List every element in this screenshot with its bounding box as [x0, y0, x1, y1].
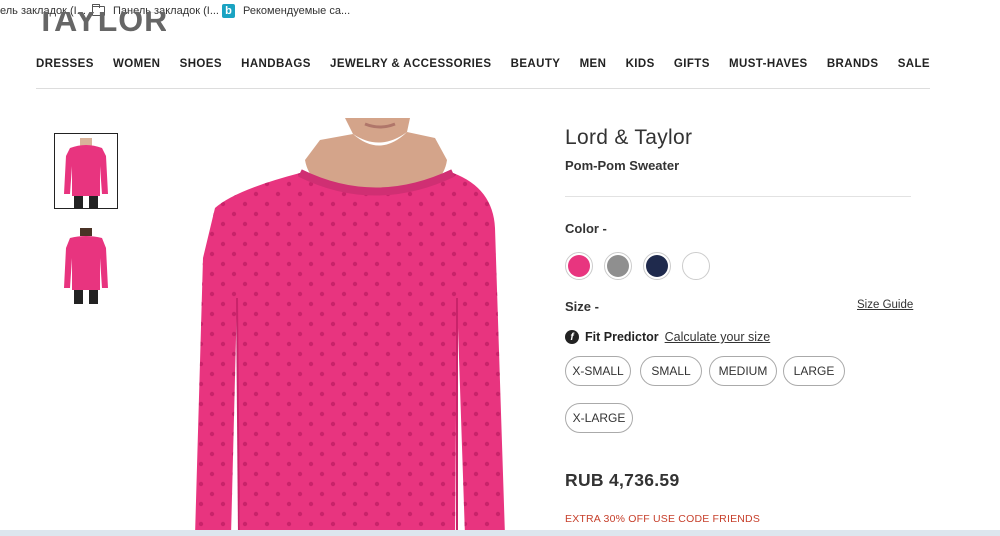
color-swatch-gray[interactable] — [604, 252, 632, 280]
nav-item-handbags[interactable]: HANDBAGS — [241, 58, 311, 70]
nav-item-men[interactable]: MEN — [580, 58, 607, 70]
nav-item-brands[interactable]: BRANDS — [827, 58, 879, 70]
size-guide-link[interactable]: Size Guide — [857, 299, 913, 311]
fit-predictor: f Fit Predictor Calculate your size — [565, 330, 770, 344]
size-label: Size - — [565, 299, 599, 314]
size-option-medium[interactable]: MEDIUM — [709, 356, 777, 386]
product-brand[interactable]: Lord & Taylor — [565, 126, 692, 150]
fit-predictor-label: Fit Predictor — [585, 330, 659, 344]
color-swatch-navy[interactable] — [643, 252, 671, 280]
color-label: Color - — [565, 221, 607, 236]
main-nav: DRESSES WOMEN SHOES HANDBAGS JEWELRY & A… — [36, 58, 930, 70]
product-name: Pom-Pom Sweater — [565, 158, 680, 173]
product-thumbnail[interactable] — [54, 228, 118, 304]
size-option-large[interactable]: LARGE — [783, 356, 845, 386]
main-product-image[interactable] — [195, 118, 515, 536]
nav-divider — [36, 88, 930, 89]
product-price: RUB 4,736.59 — [565, 470, 680, 490]
size-option-x-large[interactable]: X-LARGE — [565, 403, 633, 433]
size-option-x-small[interactable]: X-SMALL — [565, 356, 631, 386]
promo-message: EXTRA 30% OFF USE CODE FRIENDS — [565, 513, 761, 525]
sweater-image — [195, 118, 505, 536]
fit-predictor-icon: f — [565, 330, 579, 344]
color-swatch-white[interactable] — [682, 252, 710, 280]
nav-item-women[interactable]: WOMEN — [113, 58, 160, 70]
nav-item-beauty[interactable]: BEAUTY — [511, 58, 561, 70]
nav-item-must-haves[interactable]: MUST-HAVES — [729, 58, 808, 70]
bookmark-label: Рекомендуемые са... — [243, 5, 351, 17]
nav-item-sale[interactable]: SALE — [898, 58, 930, 70]
size-option-small[interactable]: SMALL — [640, 356, 702, 386]
site-logo[interactable]: TAYLOR — [36, 12, 166, 38]
sweater-thumbnail-image — [64, 138, 108, 208]
color-swatch-pink[interactable] — [565, 252, 593, 280]
nav-item-gifts[interactable]: GIFTS — [674, 58, 710, 70]
info-divider — [565, 196, 911, 197]
calculate-size-link[interactable]: Calculate your size — [665, 330, 771, 344]
product-thumbnail[interactable] — [54, 133, 118, 209]
nav-item-dresses[interactable]: DRESSES — [36, 58, 94, 70]
bing-icon: b — [222, 4, 235, 18]
logo-text: TAYLOR — [36, 12, 166, 38]
nav-item-shoes[interactable]: SHOES — [180, 58, 222, 70]
nav-item-jewelry[interactable]: JEWELRY & ACCESSORIES — [330, 58, 491, 70]
bookmark-item[interactable]: b Рекомендуемые са... — [222, 0, 350, 22]
sweater-back-thumbnail-image — [64, 228, 108, 304]
nav-item-kids[interactable]: KIDS — [626, 58, 655, 70]
taskbar-edge — [0, 530, 1000, 536]
